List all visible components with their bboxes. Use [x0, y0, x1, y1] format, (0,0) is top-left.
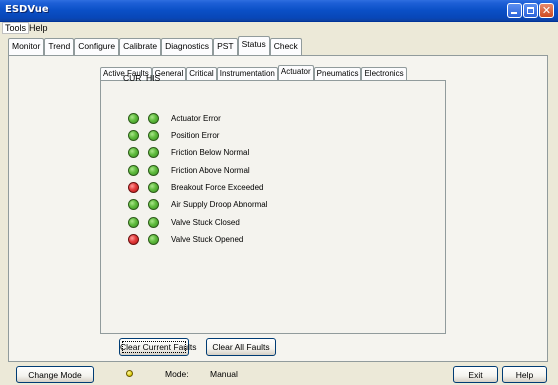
current-status-led [128, 199, 139, 210]
fault-label: Valve Stuck Opened [171, 235, 244, 244]
fault-row-actuator-error: Actuator Error [128, 113, 328, 125]
history-status-led [148, 234, 159, 245]
fault-row-valve-stuck-closed: Valve Stuck Closed [128, 217, 328, 229]
fault-row-friction-below-normal: Friction Below Normal [128, 147, 328, 159]
fault-label: Position Error [171, 131, 220, 140]
mode-label: Mode: [165, 369, 189, 379]
fault-label: Valve Stuck Closed [171, 218, 240, 227]
current-status-led [128, 217, 139, 228]
main-tabs: Monitor Trend Configure Calibrate Diagno… [8, 36, 302, 55]
current-status-led [128, 147, 139, 158]
tab-pneumatics[interactable]: Pneumatics [313, 67, 362, 80]
title-bar: ESDVue ✕ [0, 0, 558, 22]
fault-label: Actuator Error [171, 114, 221, 123]
menu-bar: Tools Help [0, 22, 558, 35]
fault-row-position-error: Position Error [128, 130, 328, 142]
history-status-led [148, 130, 159, 141]
column-header-his: HIS [146, 73, 161, 83]
fault-label: Friction Above Normal [171, 166, 250, 175]
minimize-icon[interactable] [507, 3, 522, 18]
tab-diagnostics[interactable]: Diagnostics [161, 38, 214, 55]
fault-row-breakout-force-exceeded: Breakout Force Exceeded [128, 182, 328, 194]
clear-all-faults-button[interactable]: Clear All Faults [206, 338, 276, 356]
tab-trend[interactable]: Trend [44, 38, 75, 55]
tab-instrumentation[interactable]: Instrumentation [216, 67, 278, 80]
history-status-led [148, 165, 159, 176]
fault-label: Air Supply Droop Abnormal [171, 200, 268, 209]
tab-actuator[interactable]: Actuator [277, 65, 314, 80]
history-status-led [148, 217, 159, 228]
clear-current-faults-button[interactable]: Clear Current Faults [119, 338, 197, 356]
tab-configure[interactable]: Configure [74, 38, 120, 55]
fault-label: Breakout Force Exceeded [171, 183, 264, 192]
maximize-icon[interactable] [523, 3, 538, 18]
help-button[interactable]: Help [502, 366, 547, 383]
history-status-led [148, 113, 159, 124]
tab-calibrate[interactable]: Calibrate [119, 38, 162, 55]
tab-monitor[interactable]: Monitor [8, 38, 45, 55]
tab-status[interactable]: Status [237, 36, 270, 55]
history-status-led [148, 199, 159, 210]
tab-critical[interactable]: Critical [186, 67, 217, 80]
column-header-cur: CUR [123, 73, 142, 83]
fault-row-air-supply-droop-abnormal: Air Supply Droop Abnormal [128, 199, 328, 211]
mode-indicator-icon [126, 370, 133, 377]
history-status-led [148, 147, 159, 158]
tab-check[interactable]: Check [269, 38, 302, 55]
fault-row-friction-above-normal: Friction Above Normal [128, 165, 328, 177]
current-status-led [128, 182, 139, 193]
mode-value: Manual [210, 369, 238, 379]
window-title: ESDVue [5, 4, 49, 15]
status-bar: Change Mode Mode: Manual Exit Help [0, 363, 558, 385]
current-status-led [128, 165, 139, 176]
menu-help[interactable]: Help [27, 23, 50, 33]
history-status-led [148, 182, 159, 193]
current-status-led [128, 130, 139, 141]
tab-electronics[interactable]: Electronics [361, 67, 407, 80]
fault-label: Friction Below Normal [171, 148, 250, 157]
current-status-led [128, 113, 139, 124]
fault-row-valve-stuck-opened: Valve Stuck Opened [128, 234, 328, 246]
exit-button[interactable]: Exit [453, 366, 498, 383]
menu-tools[interactable]: Tools [2, 22, 30, 34]
current-status-led [128, 234, 139, 245]
close-icon[interactable]: ✕ [539, 3, 554, 18]
tab-pst[interactable]: PST [213, 38, 238, 55]
change-mode-button[interactable]: Change Mode [16, 366, 94, 383]
